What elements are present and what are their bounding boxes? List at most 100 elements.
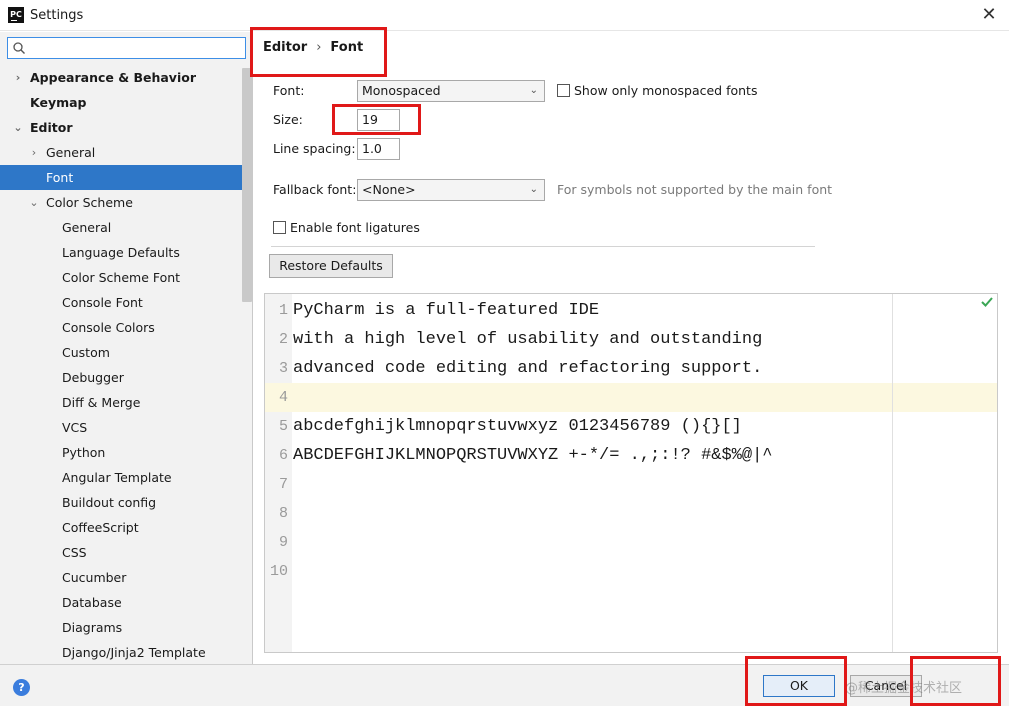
font-dropdown-value: Monospaced xyxy=(362,83,441,98)
help-icon[interactable]: ? xyxy=(13,679,30,696)
tree-item-language-defaults[interactable]: Language Defaults xyxy=(0,240,252,265)
tree-item-diagrams[interactable]: Diagrams xyxy=(0,615,252,640)
tree-item-label: Color Scheme xyxy=(46,195,133,210)
pycharm-app-icon: PC xyxy=(8,7,24,23)
dialog-button-bar: ? OK Cancel @稀土掘金技术社区 xyxy=(0,664,1009,706)
tree-item-buildout-config[interactable]: Buildout config xyxy=(0,490,252,515)
tree-item-label: Buildout config xyxy=(62,495,157,510)
annotation-box-cancel xyxy=(910,656,1001,706)
tree-item-cucumber[interactable]: Cucumber xyxy=(0,565,252,590)
line-number: 7 xyxy=(278,476,288,493)
tree-item-coffeescript[interactable]: CoffeeScript xyxy=(0,515,252,540)
tree-item-django-jinja2[interactable]: Django/Jinja2 Template xyxy=(0,640,252,664)
settings-sidebar: › Appearance & Behavior Keymap ⌄ Editor … xyxy=(0,32,253,664)
chevron-down-icon[interactable]: ⌄ xyxy=(28,190,40,215)
tree-item-color-scheme-font[interactable]: Color Scheme Font xyxy=(0,265,252,290)
code-line: 7 xyxy=(265,470,997,499)
tree-item-label: CSS xyxy=(62,545,87,560)
ligatures-label: Enable font ligatures xyxy=(290,220,420,235)
tree-item-vcs[interactable]: VCS xyxy=(0,415,252,440)
code-line: 2 with a high level of usability and outs… xyxy=(265,325,997,354)
line-number: 4 xyxy=(278,389,288,406)
line-number: 2 xyxy=(278,331,288,348)
code-line: 8 xyxy=(265,499,997,528)
line-number: 6 xyxy=(278,447,288,464)
tree-item-label: Custom xyxy=(62,345,110,360)
chevron-down-icon: ⌄ xyxy=(529,85,538,96)
line-number: 10 xyxy=(269,563,288,580)
chevron-right-icon[interactable]: › xyxy=(12,65,24,90)
tree-item-appearance-behavior[interactable]: › Appearance & Behavior xyxy=(0,65,252,90)
show-mono-checkbox[interactable] xyxy=(557,84,570,97)
tree-item-editor[interactable]: ⌄ Editor xyxy=(0,115,252,140)
tree-item-label: Console Colors xyxy=(62,320,155,335)
line-number: 1 xyxy=(278,302,288,319)
show-mono-label: Show only monospaced fonts xyxy=(574,83,758,98)
code-text: abcdefghijklmnopqrstuvwxyz 0123456789 ()… xyxy=(293,417,742,436)
tree-item-font[interactable]: Font xyxy=(0,165,252,190)
tree-item-label: Keymap xyxy=(30,95,87,110)
tree-item-label: Appearance & Behavior xyxy=(30,70,196,85)
tree-item-label: General xyxy=(46,145,96,160)
code-line: 10 xyxy=(265,557,997,586)
font-dropdown[interactable]: Monospaced ⌄ xyxy=(357,80,545,102)
chevron-down-icon[interactable]: ⌄ xyxy=(12,115,24,140)
tree-item-debugger[interactable]: Debugger xyxy=(0,365,252,390)
line-spacing-field[interactable]: 1.0 xyxy=(357,138,400,160)
tree-item-color-scheme[interactable]: ⌄ Color Scheme xyxy=(0,190,252,215)
restore-defaults-button[interactable]: Restore Defaults xyxy=(269,254,393,278)
line-number: 9 xyxy=(278,534,288,551)
title-bar: PC Settings ✕ xyxy=(0,0,1009,31)
line-spacing-label: Line spacing: xyxy=(273,141,356,156)
code-line: 9 xyxy=(265,528,997,557)
tree-item-python[interactable]: Python xyxy=(0,440,252,465)
sidebar-scrollbar[interactable] xyxy=(242,68,252,302)
ligatures-checkbox[interactable] xyxy=(273,221,286,234)
tree-item-label: Color Scheme Font xyxy=(62,270,181,285)
window-title: Settings xyxy=(30,8,84,23)
chevron-right-icon[interactable]: › xyxy=(28,140,40,165)
tree-item-keymap[interactable]: Keymap xyxy=(0,90,252,115)
fallback-font-dropdown[interactable]: <None> ⌄ xyxy=(357,179,545,201)
tree-item-custom[interactable]: Custom xyxy=(0,340,252,365)
section-divider xyxy=(271,246,815,247)
search-input[interactable] xyxy=(7,37,246,59)
tree-item-label: Editor xyxy=(30,120,73,135)
tree-item-console-colors[interactable]: Console Colors xyxy=(0,315,252,340)
close-icon[interactable]: ✕ xyxy=(977,4,1001,26)
code-line: 4 xyxy=(265,383,997,412)
tree-item-label: Console Font xyxy=(62,295,143,310)
tree-item-database[interactable]: Database xyxy=(0,590,252,615)
app-icon-text: PC xyxy=(10,10,22,19)
search-icon xyxy=(13,42,25,54)
code-text: ABCDEFGHIJKLMNOPQRSTUVWXYZ +-*/= .,;:!? … xyxy=(293,446,773,465)
tree-item-css[interactable]: CSS xyxy=(0,540,252,565)
code-text: advanced code editing and refactoring su… xyxy=(293,359,763,378)
annotation-box-size xyxy=(332,104,421,135)
size-label: Size: xyxy=(273,112,303,127)
tree-item-console-font[interactable]: Console Font xyxy=(0,290,252,315)
font-preview-editor[interactable]: 1 PyCharm is a full-featured IDE 2 with a … xyxy=(264,293,998,653)
tree-item-scheme-general[interactable]: General xyxy=(0,215,252,240)
line-number: 3 xyxy=(278,360,288,377)
tree-item-label: Debugger xyxy=(62,370,124,385)
tree-item-diff-merge[interactable]: Diff & Merge xyxy=(0,390,252,415)
tree-item-label: Database xyxy=(62,595,122,610)
tree-item-label: Python xyxy=(62,445,106,460)
fallback-font-value: <None> xyxy=(362,182,416,197)
tree-item-label: VCS xyxy=(62,420,88,435)
code-line: 5 abcdefghijklmnopqrstuvwxyz 0123456789 (… xyxy=(265,412,997,441)
tree-item-label: General xyxy=(62,220,112,235)
annotation-box-ok xyxy=(745,656,847,706)
tree-item-label: Diagrams xyxy=(62,620,123,635)
tree-item-general[interactable]: › General xyxy=(0,140,252,165)
chevron-down-icon: ⌄ xyxy=(529,184,538,195)
code-line: 6 ABCDEFGHIJKLMNOPQRSTUVWXYZ +-*/= .,;:!?… xyxy=(265,441,997,470)
tree-item-angular-template[interactable]: Angular Template xyxy=(0,465,252,490)
code-text: with a high level of usability and outst… xyxy=(293,330,763,349)
line-number: 5 xyxy=(278,418,288,435)
tree-item-label: CoffeeScript xyxy=(62,520,139,535)
annotation-box-breadcrumb xyxy=(250,27,387,77)
tree-item-label: Diff & Merge xyxy=(62,395,141,410)
tree-item-label: Django/Jinja2 Template xyxy=(62,645,206,660)
